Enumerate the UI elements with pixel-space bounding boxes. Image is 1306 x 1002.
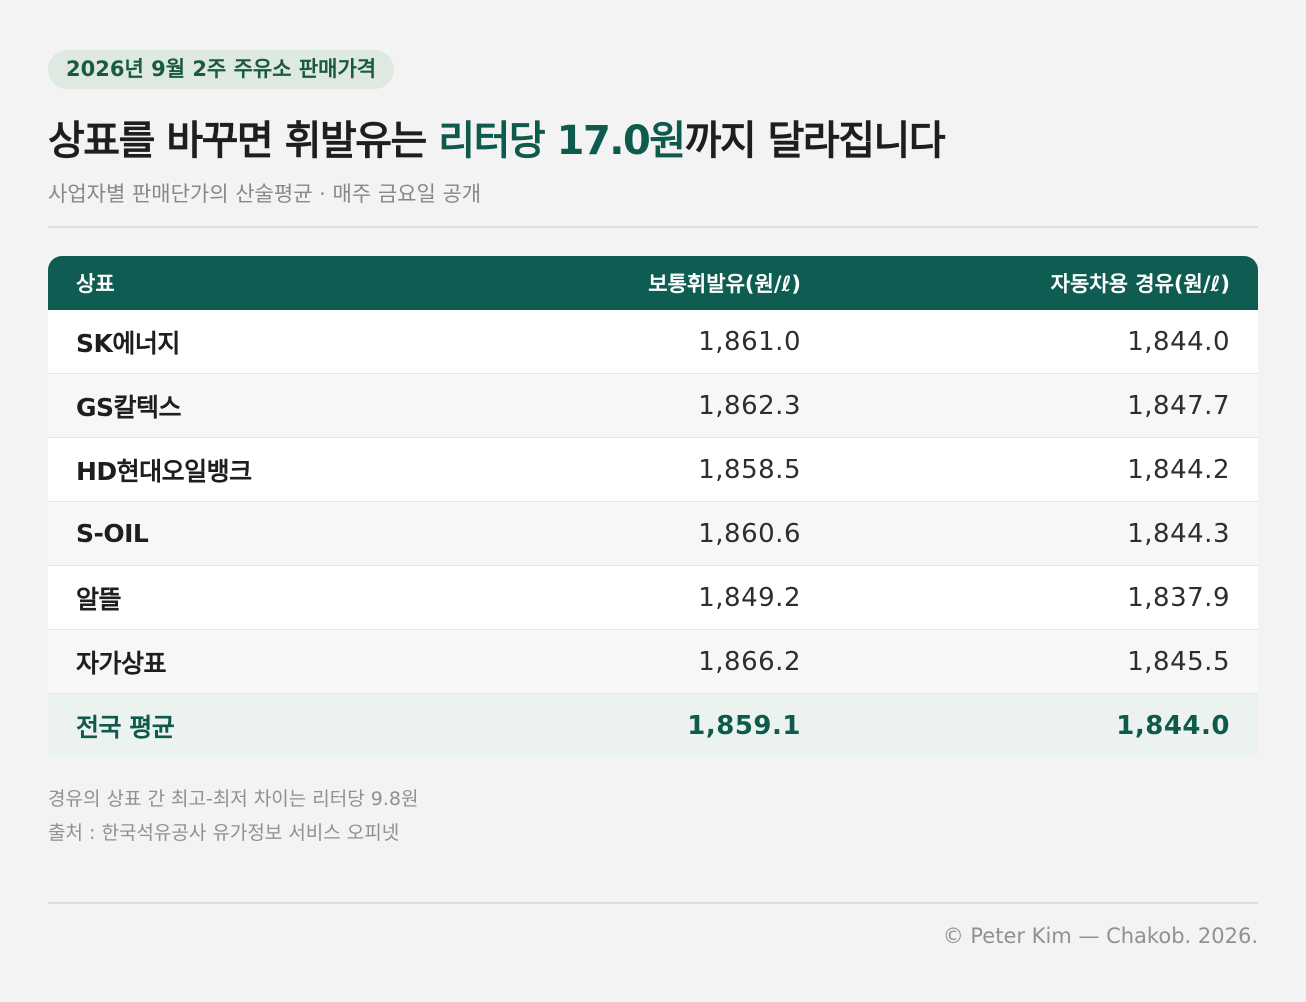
diesel-price-cell: 1,844.0 (1127, 326, 1230, 357)
table-row: S-OIL 1,860.6 1,844.3 (48, 502, 1258, 566)
average-row: 전국 평균 1,859.1 1,844.0 (48, 694, 1258, 757)
brand-cell: 자가상표 (76, 648, 167, 678)
table-row: HD현대오일뱅크 1,858.5 1,844.2 (48, 438, 1258, 502)
infographic-page: 2026년 9월 2주 주유소 판매가격 상표를 바꾸면 휘발유는 리터당 17… (0, 0, 1306, 1002)
column-header-gasoline: 보통휘발유(원/ℓ) (648, 272, 801, 296)
gasoline-price-cell: 1,849.2 (698, 582, 801, 613)
title-prefix: 상표를 바꾸면 휘발유는 (48, 118, 439, 164)
brand-cell: GS칼텍스 (76, 392, 182, 422)
footnote-diesel-gap: 경유의 상표 간 최고-최저 차이는 리터당 9.8원 (48, 788, 419, 810)
date-badge: 2026년 9월 2주 주유소 판매가격 (48, 50, 395, 89)
diesel-price-cell: 1,844.3 (1127, 518, 1230, 549)
gasoline-price-cell: 1,862.3 (698, 390, 801, 421)
page-subtitle: 사업자별 판매단가의 산술평균 · 매주 금요일 공개 (48, 182, 482, 206)
brand-cell: HD현대오일뱅크 (76, 456, 252, 486)
price-table: 상표 보통휘발유(원/ℓ) 자동차용 경유(원/ℓ) SK에너지 1,861.0… (48, 256, 1258, 757)
diesel-price-cell: 1,845.5 (1127, 646, 1230, 677)
table-row: 알뜰 1,849.2 1,837.9 (48, 566, 1258, 630)
table-row: GS칼텍스 1,862.3 1,847.7 (48, 374, 1258, 438)
table-row: SK에너지 1,861.0 1,844.0 (48, 310, 1258, 374)
gasoline-price-cell: 1,866.2 (698, 646, 801, 677)
gasoline-price-cell: 1,860.6 (698, 518, 801, 549)
diesel-price-cell: 1,847.7 (1127, 390, 1230, 421)
diesel-price-cell: 1,844.2 (1127, 454, 1230, 485)
average-diesel-price: 1,844.0 (1116, 710, 1230, 741)
column-header-brand: 상표 (76, 272, 115, 296)
brand-cell: 알뜰 (76, 584, 122, 614)
average-gasoline-price: 1,859.1 (687, 710, 801, 741)
gasoline-price-cell: 1,861.0 (698, 326, 801, 357)
title-suffix: 까지 달라집니다 (684, 118, 946, 164)
header-divider (48, 226, 1258, 228)
title-highlight: 리터당 17.0원 (438, 118, 686, 164)
footer-divider (48, 902, 1258, 904)
average-label: 전국 평균 (76, 712, 175, 742)
table-header: 상표 보통휘발유(원/ℓ) 자동차용 경유(원/ℓ) (48, 256, 1258, 310)
gasoline-price-cell: 1,858.5 (698, 454, 801, 485)
copyright-credit: © Peter Kim — Chakob. 2026. (942, 924, 1258, 948)
page-title: 상표를 바꾸면 휘발유는 리터당 17.0원까지 달라집니다 (48, 108, 946, 166)
brand-cell: S-OIL (76, 519, 149, 548)
brand-cell: SK에너지 (76, 328, 180, 358)
column-header-diesel: 자동차용 경유(원/ℓ) (1050, 272, 1230, 296)
table-row: 자가상표 1,866.2 1,845.5 (48, 630, 1258, 694)
footnote-source: 출처 : 한국석유공사 유가정보 서비스 오피넷 (48, 822, 400, 844)
diesel-price-cell: 1,837.9 (1127, 582, 1230, 613)
